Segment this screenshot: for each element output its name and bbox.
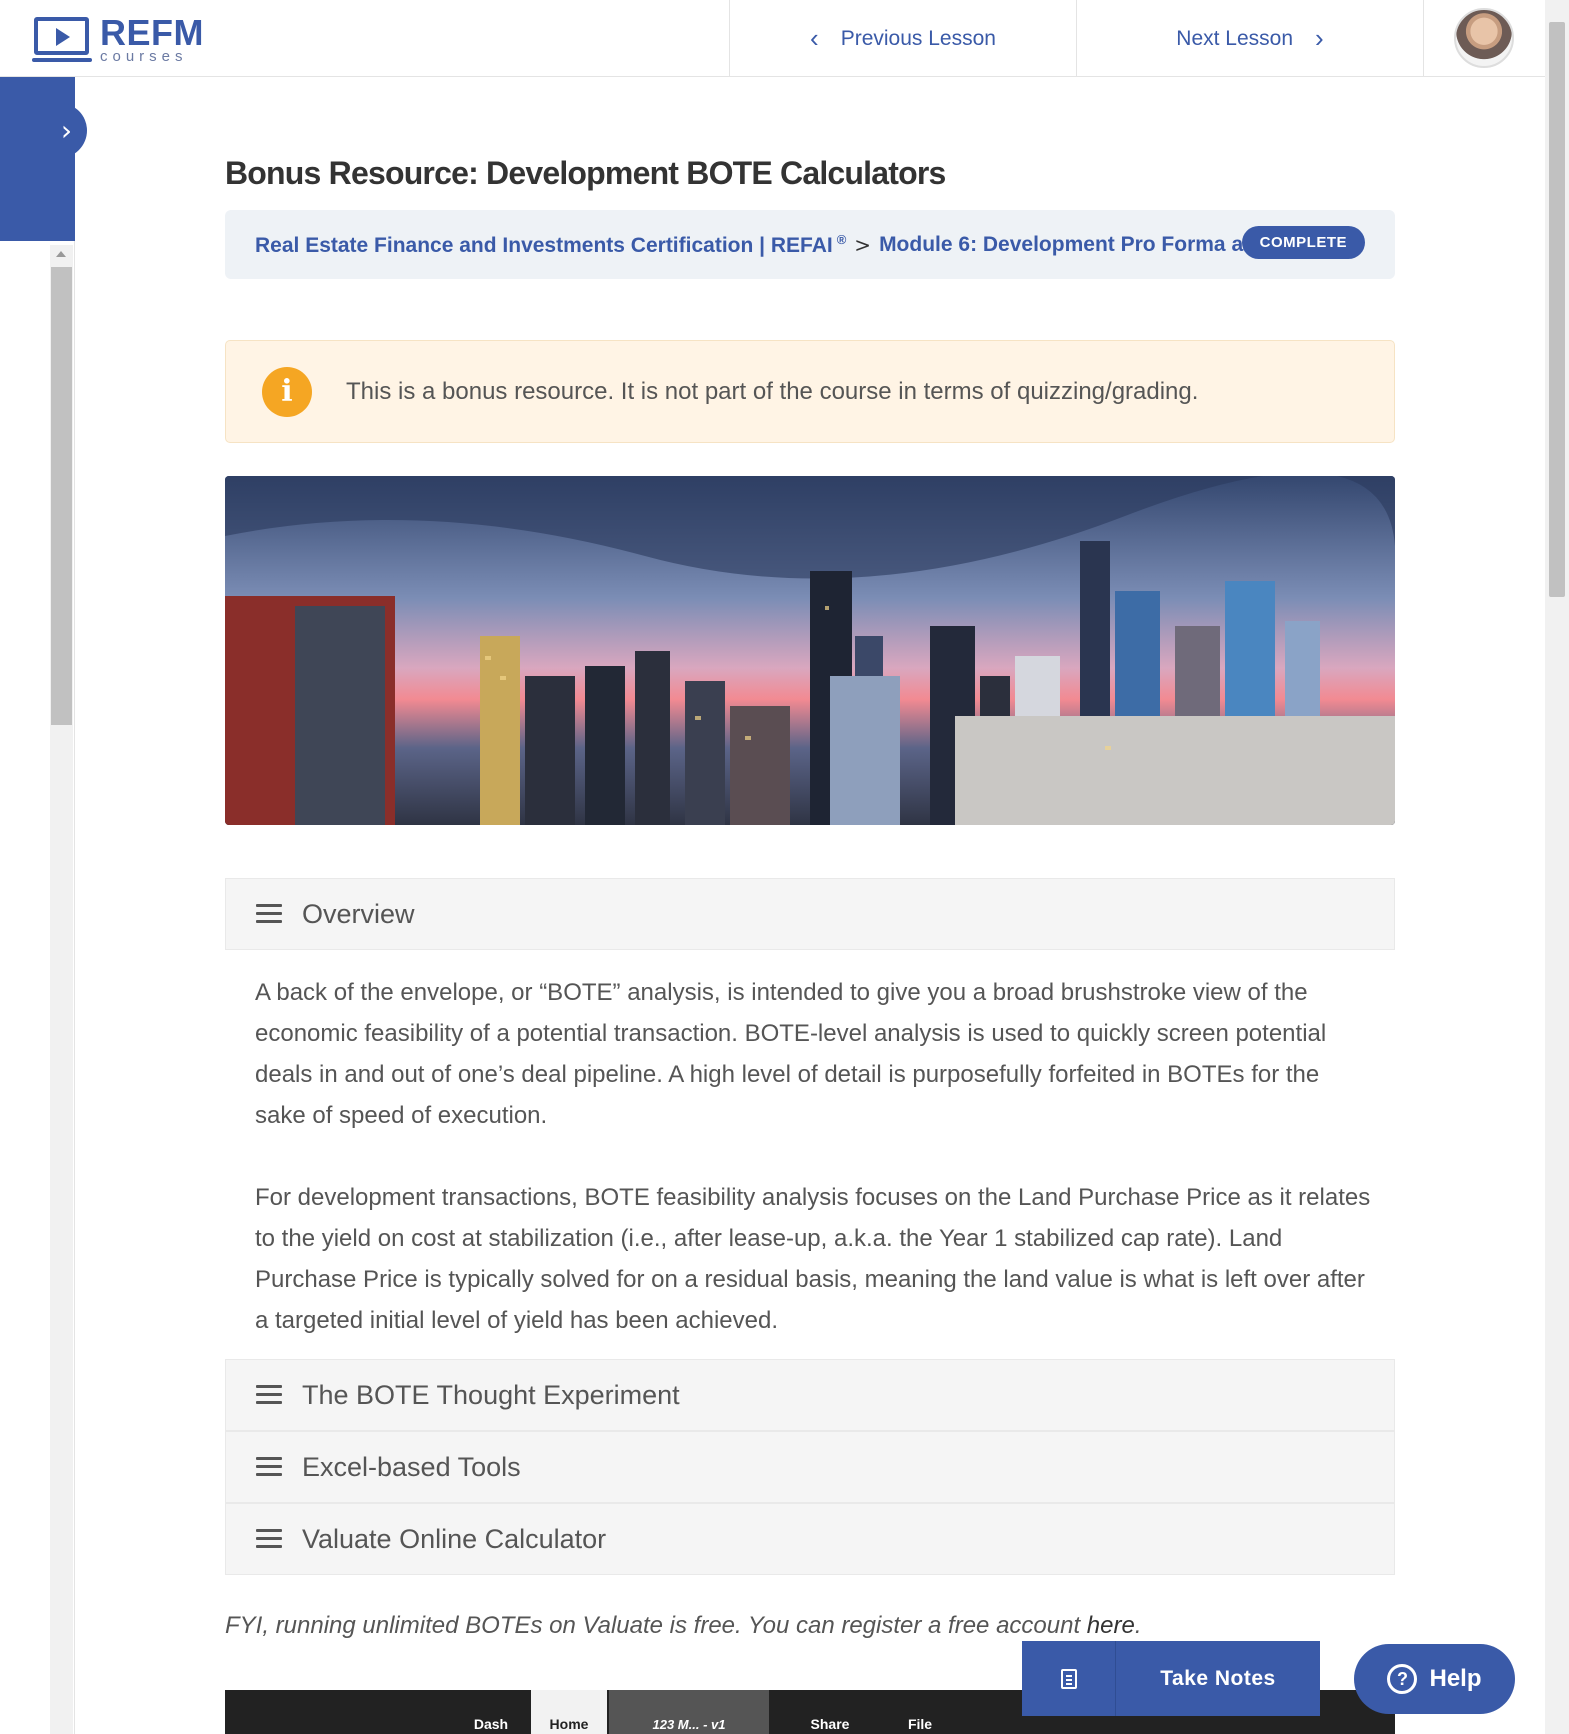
- take-notes-button[interactable]: Take Notes: [1022, 1641, 1320, 1716]
- register-link[interactable]: here: [1087, 1612, 1135, 1639]
- breadcrumb: Real Estate Finance and Investments Cert…: [225, 210, 1395, 279]
- skyline-illustration: [225, 476, 1395, 825]
- previous-lesson-button[interactable]: ‹ Previous Lesson: [729, 0, 1076, 77]
- accordion-label: Excel-based Tools: [302, 1451, 521, 1482]
- valuate-tab-file-name: 123 M... - v1: [609, 1690, 769, 1734]
- top-header: REFM courses ‹ Previous Lesson Next Less…: [0, 0, 1545, 77]
- chevron-right-icon: ›: [60, 114, 73, 147]
- breadcrumb-separator: >: [854, 232, 872, 257]
- menu-icon: [256, 1385, 282, 1405]
- take-notes-label: Take Notes: [1160, 1666, 1276, 1690]
- help-button[interactable]: ? Help: [1354, 1644, 1515, 1714]
- sidebar-scrollbar[interactable]: [50, 245, 73, 1734]
- overview-paragraph-1: A back of the envelope, or “BOTE” analys…: [255, 979, 1327, 1129]
- overview-content: A back of the envelope, or “BOTE” analys…: [255, 972, 1375, 1382]
- page-title: Bonus Resource: Development BOTE Calcula…: [225, 155, 946, 191]
- sidebar-tab: [0, 77, 75, 241]
- previous-lesson-label: Previous Lesson: [840, 26, 996, 50]
- profile-area: [1423, 0, 1545, 77]
- sidebar-scrollbar-thumb[interactable]: [51, 267, 72, 725]
- page-scrollbar-thumb[interactable]: [1549, 22, 1565, 597]
- chevron-right-icon: ›: [1315, 23, 1324, 53]
- overview-paragraph-2: For development transactions, BOTE feasi…: [255, 1184, 1371, 1334]
- accordion-bote-thought-experiment[interactable]: The BOTE Thought Experiment: [225, 1359, 1395, 1431]
- play-screen-icon: [34, 17, 89, 55]
- accordion-label: Valuate Online Calculator: [302, 1523, 607, 1554]
- valuate-tab-file: File: [907, 1716, 933, 1732]
- menu-icon: [256, 1529, 282, 1549]
- refm-logo[interactable]: REFM courses: [32, 12, 204, 65]
- notice-text: This is a bonus resource. It is not part…: [346, 377, 1199, 405]
- status-badge: COMPLETE: [1241, 226, 1365, 259]
- accordion-label: The BOTE Thought Experiment: [302, 1379, 680, 1410]
- scroll-up-icon[interactable]: [56, 251, 66, 257]
- accordion-overview[interactable]: Overview: [225, 878, 1395, 950]
- chevron-left-icon: ‹: [810, 23, 819, 53]
- city-skyline-image: [225, 476, 1395, 825]
- next-lesson-button[interactable]: Next Lesson ›: [1076, 0, 1423, 77]
- next-lesson-label: Next Lesson: [1176, 26, 1294, 50]
- accordion-label: Overview: [302, 898, 415, 929]
- valuate-tab-dash: Dash: [473, 1716, 509, 1732]
- accordion-valuate-calculator[interactable]: Valuate Online Calculator: [225, 1503, 1395, 1575]
- menu-icon: [256, 1457, 282, 1477]
- info-icon: i: [262, 366, 312, 417]
- bonus-notice: i This is a bonus resource. It is not pa…: [225, 340, 1395, 443]
- logo-sub: courses: [100, 48, 188, 65]
- valuate-tab-share: Share: [810, 1716, 850, 1732]
- breadcrumb-module-link[interactable]: Module 6: Development Pro Forma a...: [879, 233, 1261, 257]
- avatar[interactable]: [1454, 8, 1514, 68]
- question-icon: ?: [1387, 1664, 1418, 1694]
- fyi-text: FYI, running unlimited BOTEs on Valuate …: [225, 1612, 1142, 1639]
- breadcrumb-course-link[interactable]: Real Estate Finance and Investments Cert…: [255, 232, 846, 258]
- menu-icon: [256, 904, 282, 924]
- help-label: Help: [1429, 1665, 1482, 1692]
- page-scrollbar[interactable]: [1545, 0, 1569, 1734]
- notes-icon: [1022, 1641, 1116, 1716]
- accordion-excel-tools[interactable]: Excel-based Tools: [225, 1431, 1395, 1503]
- valuate-tab-home: Home: [531, 1690, 607, 1734]
- sidebar-toggle-button[interactable]: ›: [40, 103, 87, 158]
